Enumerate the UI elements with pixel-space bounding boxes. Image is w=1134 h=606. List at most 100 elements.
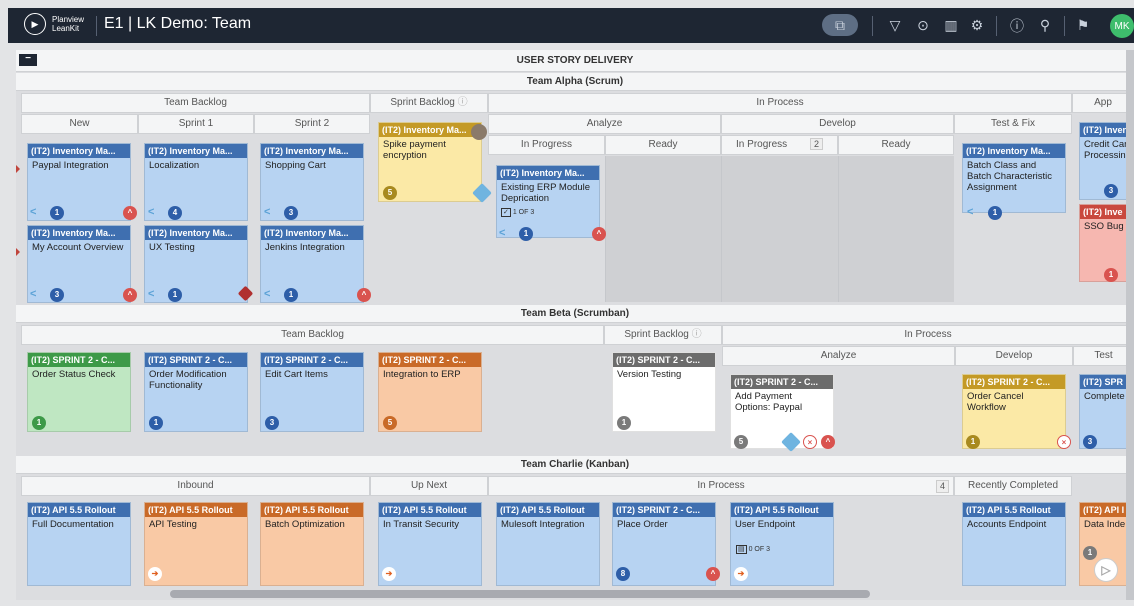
- share-icon[interactable]: <: [148, 288, 154, 300]
- col-header-develop[interactable]: Develop: [955, 346, 1073, 366]
- card-badge: 1: [284, 288, 298, 302]
- card-badge: 1: [168, 288, 182, 302]
- arrow-right-icon[interactable]: ➔: [382, 567, 396, 581]
- blocked-icon[interactable]: ^: [706, 567, 720, 581]
- share-icon[interactable]: <: [967, 206, 973, 218]
- col-header-test-fix[interactable]: Test & Fix: [954, 114, 1072, 134]
- share-icon[interactable]: <: [30, 206, 36, 218]
- info-icon[interactable]: ⓘ: [458, 97, 468, 108]
- card-title: Order Modification Functionality: [149, 369, 227, 391]
- col-header-new[interactable]: New: [21, 114, 138, 134]
- col-header-dev-ready[interactable]: Ready: [838, 135, 954, 155]
- col-header-in-process[interactable]: In Process: [488, 93, 1072, 113]
- col-header-in-process[interactable]: In Process: [722, 325, 1134, 345]
- board-view-icon[interactable]: ⧉: [822, 14, 858, 36]
- col-header-recently-completed[interactable]: Recently Completed: [954, 476, 1072, 496]
- cancel-icon[interactable]: ×: [1057, 435, 1071, 449]
- card[interactable]: (IT2) Inventory Ma... Existing ERP Module…: [496, 165, 600, 238]
- collapse-button[interactable]: −: [19, 54, 37, 66]
- share-icon[interactable]: <: [30, 288, 36, 300]
- horizontal-scrollbar[interactable]: [170, 590, 870, 598]
- card-type: (IT2) Inventory Ma...: [497, 166, 599, 180]
- card[interactable]: (IT2) Inventory Ma... Paypal Integration: [27, 143, 131, 221]
- card-title: Existing ERP Module Deprication: [501, 182, 591, 204]
- assignee-avatar[interactable]: [471, 124, 487, 140]
- lane-marker: [16, 163, 20, 175]
- card[interactable]: (IT2) Inventory Ma... UX Testing: [144, 225, 248, 303]
- planview-logo[interactable]: ▶ Planview LeanKit: [24, 13, 84, 35]
- info-icon[interactable]: ⓘ: [1008, 15, 1026, 36]
- legend-icon[interactable]: ⊙: [914, 15, 932, 36]
- card-badge: 3: [1104, 184, 1118, 198]
- blocked-icon[interactable]: ^: [123, 206, 137, 220]
- task-progress[interactable]: ✓ 1 OF 3: [501, 208, 534, 217]
- filter-icon[interactable]: ▽: [886, 15, 904, 36]
- share-icon[interactable]: <: [499, 227, 505, 239]
- col-header-dev-in-progress[interactable]: In Progress 2: [721, 135, 838, 155]
- card-title: Place Order: [617, 519, 668, 530]
- share-icon[interactable]: <: [264, 288, 270, 300]
- card-title: Localization: [149, 160, 200, 171]
- column-dev-ready: [838, 156, 954, 302]
- card-badge: 5: [734, 435, 748, 449]
- lane-marker: [16, 246, 20, 258]
- share-icon[interactable]: <: [148, 206, 154, 218]
- cancel-icon[interactable]: ×: [803, 435, 817, 449]
- avatar[interactable]: MK: [1110, 14, 1134, 38]
- col-header-team-backlog[interactable]: Team Backlog: [21, 325, 604, 345]
- card[interactable]: (IT2) Inventory Ma... Jenkins Integration: [260, 225, 364, 303]
- col-header-sprint-backlog[interactable]: Sprint Backlog ⓘ: [370, 93, 488, 113]
- analytics-icon[interactable]: ▥: [942, 15, 960, 36]
- arrow-right-icon[interactable]: ➔: [148, 567, 162, 581]
- divider: [96, 16, 97, 36]
- settings-icon[interactable]: ⚙: [968, 15, 986, 36]
- logo-line2: LeanKit: [52, 24, 80, 33]
- blocked-icon[interactable]: ^: [592, 227, 606, 241]
- column-ready: [605, 156, 721, 302]
- notifications-icon[interactable]: ⚑: [1074, 15, 1092, 36]
- col-header-sprint2[interactable]: Sprint 2: [254, 114, 370, 134]
- search-icon[interactable]: ⚲: [1036, 15, 1054, 36]
- col-header-team-backlog[interactable]: Team Backlog: [21, 93, 370, 113]
- card[interactable]: (IT2) API 5.5 Rollout Mulesoft Integratio…: [496, 502, 600, 586]
- blocked-icon[interactable]: ^: [123, 288, 137, 302]
- card-type: (IT2) API 5.5 Rollout: [261, 503, 363, 517]
- card[interactable]: (IT2) API 5.5 Rollout Full Documentation: [27, 502, 131, 586]
- card[interactable]: (IT2) API 5.5 Rollout Accounts Endpoint: [962, 502, 1066, 586]
- card[interactable]: (IT2) Inventory Ma... Batch Class and Bat…: [962, 143, 1066, 213]
- card[interactable]: (IT2) Inventory Ma... My Account Overview: [27, 225, 131, 303]
- card-badge: 1: [1104, 268, 1118, 282]
- col-header-sprint1[interactable]: Sprint 1: [138, 114, 254, 134]
- card[interactable]: (IT2) Inventory Ma... Localization: [144, 143, 248, 221]
- card-type: (IT2) SPRINT 2 - C...: [731, 375, 833, 389]
- col-header-app[interactable]: App: [1072, 93, 1134, 113]
- col-header-ready[interactable]: Ready: [605, 135, 721, 155]
- play-icon[interactable]: ▷: [1094, 558, 1118, 582]
- col-header-sprint-backlog[interactable]: Sprint Backlog ⓘ: [604, 325, 722, 345]
- card-type: (IT2) Inventory Ma...: [145, 226, 247, 240]
- arrow-right-icon[interactable]: ➔: [734, 567, 748, 581]
- card-title: Batch Class and Batch Characteristic Ass…: [967, 160, 1053, 193]
- wip-count: 4: [935, 480, 949, 493]
- col-header-analyze[interactable]: Analyze: [722, 346, 955, 366]
- col-header-up-next[interactable]: Up Next: [370, 476, 488, 496]
- divider: [1064, 16, 1065, 36]
- card-badge: 1: [149, 416, 163, 430]
- card-badge: 5: [383, 416, 397, 430]
- info-icon[interactable]: ⓘ: [692, 329, 702, 340]
- blocked-icon[interactable]: ^: [821, 435, 835, 449]
- col-header-in-process[interactable]: In Process 4: [488, 476, 954, 496]
- blocked-icon[interactable]: ^: [357, 288, 371, 302]
- col-header-test[interactable]: Test: [1073, 346, 1134, 366]
- vertical-scrollbar[interactable]: [1126, 50, 1134, 600]
- col-header-develop[interactable]: Develop: [721, 114, 954, 134]
- task-progress[interactable]: ▤ 0 OF 3: [736, 545, 770, 554]
- col-header-inbound[interactable]: Inbound: [21, 476, 370, 496]
- col-header-analyze[interactable]: Analyze: [488, 114, 721, 134]
- card[interactable]: (IT2) Inventory Ma... Shopping Cart: [260, 143, 364, 221]
- col-header-in-progress[interactable]: In Progress: [488, 135, 605, 155]
- share-icon[interactable]: <: [264, 206, 270, 218]
- top-bar: ▶ Planview LeanKit E1 | LK Demo: Team ⧉ …: [8, 8, 1134, 43]
- card[interactable]: (IT2) API 5.5 Rollout Batch Optimization: [260, 502, 364, 586]
- card-badge: 5: [383, 186, 397, 200]
